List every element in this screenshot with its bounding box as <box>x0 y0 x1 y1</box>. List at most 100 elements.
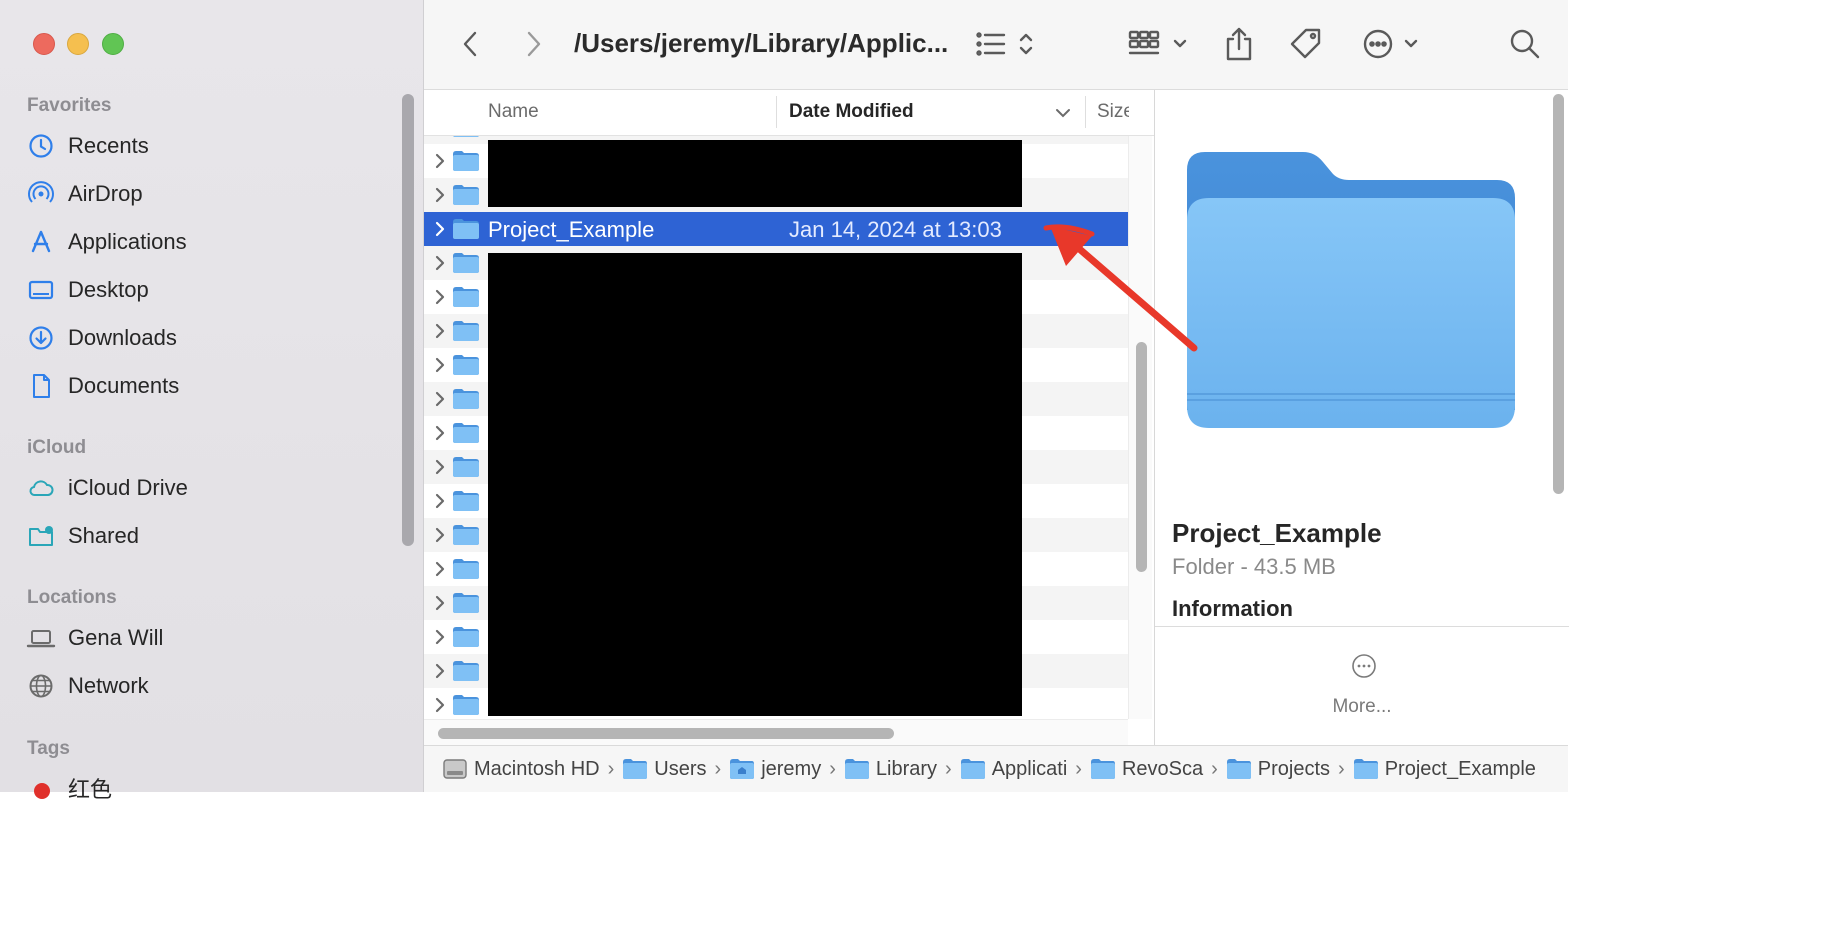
folder-icon <box>453 151 479 171</box>
folder-icon <box>453 389 479 409</box>
sidebar-item-network[interactable]: Network <box>26 666 396 706</box>
pathbar-item[interactable]: Library <box>844 758 937 781</box>
scrollbar-thumb[interactable] <box>1136 342 1147 572</box>
pathbar-item[interactable]: Project_Example <box>1353 758 1536 781</box>
chevron-down-icon <box>1056 109 1070 118</box>
preview-item-name: Project_Example <box>1172 518 1382 548</box>
disclosure-chevron-icon[interactable] <box>433 424 447 442</box>
sidebar-item-documents[interactable]: Documents <box>26 366 396 406</box>
disclosure-chevron-icon[interactable] <box>433 628 447 646</box>
sidebar-item-label: Recents <box>68 133 149 158</box>
disclosure-chevron-icon[interactable] <box>433 288 447 306</box>
disclosure-chevron-icon[interactable] <box>433 322 447 340</box>
folder-icon <box>453 491 479 511</box>
file-list-horizontal-scrollbar[interactable] <box>424 719 1128 745</box>
pathbar-item-label: Projects <box>1257 757 1331 780</box>
column-divider[interactable] <box>1085 96 1086 128</box>
folder-icon <box>623 759 648 779</box>
table-row-selected[interactable]: Project_Example Jan 14, 2024 at 13:03 <box>424 212 1128 246</box>
desktop-icon <box>28 280 54 300</box>
group-by-button[interactable] <box>1127 24 1189 64</box>
zoom-window-button[interactable] <box>102 33 124 55</box>
sidebar-item-shared[interactable]: Shared <box>26 516 396 556</box>
folder-icon <box>844 759 869 779</box>
disclosure-chevron-icon[interactable] <box>433 662 447 680</box>
pathbar-item-label: Macintosh HD <box>474 757 600 780</box>
disclosure-chevron-icon[interactable] <box>433 492 447 510</box>
share-button[interactable] <box>1222 24 1256 64</box>
folder-icon <box>453 136 479 137</box>
column-size[interactable]: Size <box>1097 101 1129 123</box>
disclosure-chevron-icon[interactable] <box>433 594 447 612</box>
pathbar-item[interactable]: Users <box>622 758 707 781</box>
downloads-icon <box>29 326 53 350</box>
tags-section-label: Tags <box>27 738 70 759</box>
pathbar-item[interactable]: Projects <box>1226 758 1330 781</box>
sidebar-item-recents[interactable]: Recents <box>26 126 396 166</box>
preview-item-kind: Folder - 43.5 MB <box>1172 554 1336 579</box>
pathbar-item[interactable]: jeremy <box>729 758 821 781</box>
scrollbar-thumb[interactable] <box>438 728 894 739</box>
disclosure-chevron-icon[interactable] <box>433 254 447 272</box>
file-list-vertical-scrollbar[interactable] <box>1128 136 1152 719</box>
globe-icon <box>29 674 53 698</box>
view-options-button[interactable] <box>974 24 1044 64</box>
sidebar-item-label: Shared <box>68 523 139 548</box>
disclosure-chevron-icon[interactable] <box>433 458 447 476</box>
column-divider[interactable] <box>776 96 777 128</box>
disclosure-chevron-icon[interactable] <box>433 696 447 714</box>
close-window-button[interactable] <box>33 33 55 55</box>
tag-dot-icon <box>34 783 50 799</box>
preview-scrollbar[interactable] <box>1553 94 1564 494</box>
sidebar-item-desktop[interactable]: Desktop <box>26 270 396 310</box>
folder-icon <box>453 423 479 443</box>
disclosure-chevron-icon[interactable] <box>433 152 447 170</box>
pathbar-item[interactable]: RevoSca <box>1090 758 1203 781</box>
sidebar-item-applications[interactable]: Applications <box>26 222 396 262</box>
chevron-right-icon: › <box>945 757 952 780</box>
folder-icon <box>453 253 479 273</box>
disclosure-chevron-icon[interactable] <box>433 186 447 204</box>
folder-icon <box>453 457 479 477</box>
sidebar-item-label: Network <box>68 673 149 698</box>
pathbar-item[interactable]: Applicati <box>960 758 1067 781</box>
folder-icon <box>453 525 479 545</box>
pathbar-item-label: jeremy <box>761 757 822 780</box>
sidebar-item-downloads[interactable]: Downloads <box>26 318 396 358</box>
sidebar-item-gena-will[interactable]: Gena Will <box>26 618 396 658</box>
sidebar-scrollbar[interactable] <box>402 94 414 546</box>
redaction-block <box>488 253 1022 716</box>
sidebar-item-label: 红色 <box>68 777 113 802</box>
column-date-modified[interactable]: Date Modified <box>789 101 914 123</box>
sidebar-item-label: Gena Will <box>68 625 164 650</box>
sidebar-item-icloud-drive[interactable]: iCloud Drive <box>26 468 396 508</box>
action-menu-button[interactable] <box>1362 24 1424 64</box>
chevron-right-icon: › <box>829 757 836 780</box>
minimize-window-button[interactable] <box>67 33 89 55</box>
laptop-icon <box>26 630 56 648</box>
column-name[interactable]: Name <box>488 101 539 123</box>
home-folder-icon <box>730 759 755 779</box>
pathbar-item[interactable]: Macintosh HD <box>442 758 600 781</box>
disclosure-chevron-icon[interactable] <box>433 526 447 544</box>
disclosure-chevron-icon[interactable] <box>433 560 447 578</box>
more-ellipsis-icon[interactable] <box>1351 653 1377 679</box>
folder-icon <box>960 759 985 779</box>
sidebar: Favorites Recents AirDrop Applications D… <box>0 0 424 802</box>
disclosure-chevron-icon[interactable] <box>433 390 447 408</box>
share-icon <box>1226 27 1252 61</box>
search-button[interactable] <box>1508 24 1542 64</box>
disclosure-chevron-icon[interactable] <box>433 220 447 238</box>
sidebar-item-tag-red[interactable]: 红色 <box>26 768 396 808</box>
back-button[interactable] <box>456 24 486 64</box>
row-name: Project_Example <box>488 217 655 242</box>
preview-more-button[interactable]: More... <box>1155 696 1569 718</box>
disclosure-chevron-icon[interactable] <box>433 356 447 374</box>
forward-button[interactable] <box>518 24 548 64</box>
tags-button[interactable] <box>1288 24 1324 64</box>
sidebar-item-label: Downloads <box>68 325 177 350</box>
cloud-icon <box>29 480 54 496</box>
sidebar-item-airdrop[interactable]: AirDrop <box>26 174 396 214</box>
folder-icon <box>453 219 479 239</box>
preview-divider <box>1155 626 1569 627</box>
